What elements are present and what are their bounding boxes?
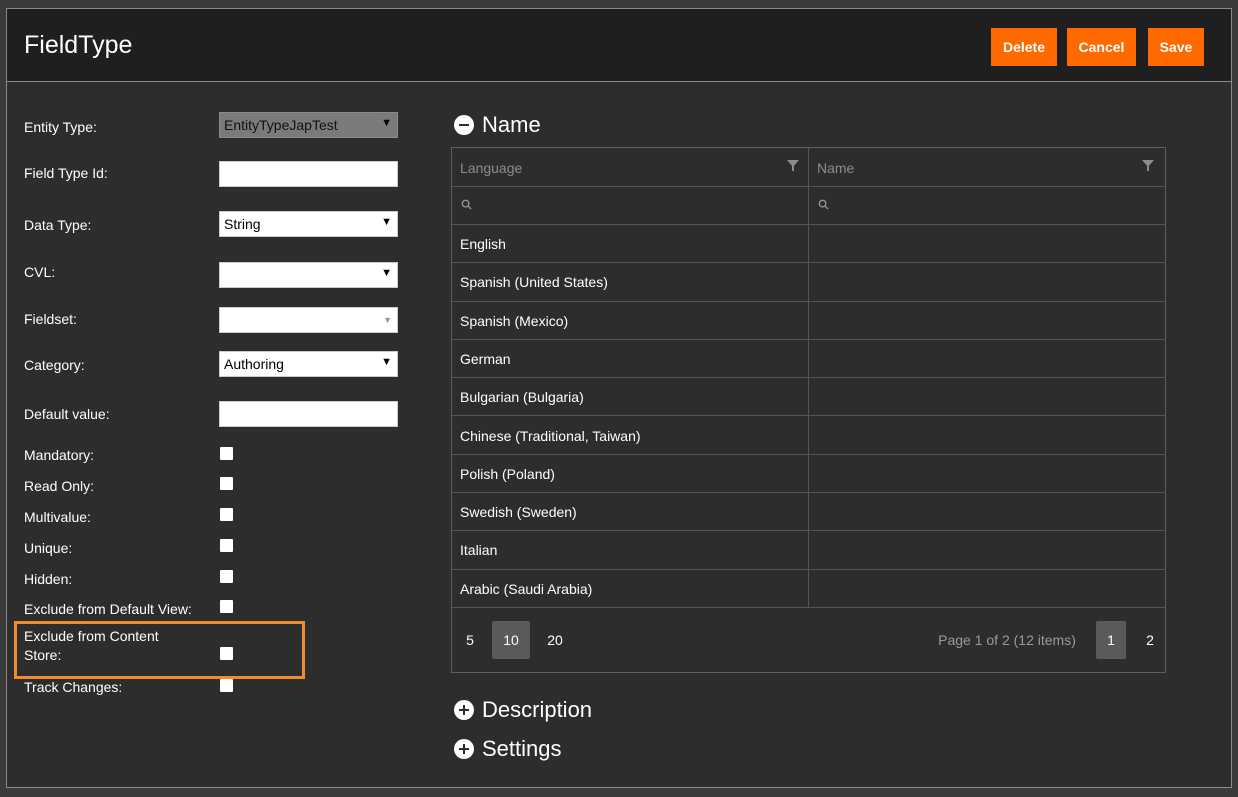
mandatory-checkbox[interactable] [220, 447, 233, 460]
data-type-value: String [224, 216, 261, 232]
chevron-down-icon: ▼ [381, 117, 392, 129]
chevron-down-icon: ▼ [381, 216, 392, 228]
settings-section-title: Settings [482, 736, 562, 761]
page-2[interactable]: 2 [1140, 621, 1160, 659]
name-section-toggle[interactable]: Name [454, 112, 541, 138]
language-cell: Bulgarian (Bulgaria) [460, 389, 584, 406]
filter-icon-stem [1147, 166, 1149, 171]
fieldtype-dialog: FieldType Delete Cancel Save Entity Type… [6, 8, 1232, 788]
cvl-select[interactable]: ▼ [219, 262, 398, 288]
default-value-input[interactable] [219, 401, 398, 427]
language-cell: Polish (Poland) [460, 465, 555, 482]
language-cell: Italian [460, 542, 498, 559]
track-changes-label: Track Changes: [24, 679, 123, 695]
description-section-title: Description [482, 697, 593, 722]
chevron-down-icon: ▼ [381, 356, 392, 368]
entity-type-select[interactable]: EntityTypeJapTest ▼ [219, 112, 398, 138]
mandatory-label: Mandatory: [24, 447, 95, 463]
description-section-toggle[interactable]: Description [454, 697, 592, 723]
language-cell: German [460, 350, 511, 367]
default-value-label: Default value: [24, 406, 110, 422]
page-1[interactable]: 1 [1096, 621, 1126, 659]
unique-label: Unique: [24, 540, 73, 556]
read-only-checkbox[interactable] [220, 477, 233, 490]
page-size-10[interactable]: 10 [492, 621, 530, 659]
category-select[interactable]: Authoring ▼ [219, 351, 398, 377]
plus-circle-icon [454, 739, 474, 759]
data-type-label: Data Type: [24, 217, 92, 233]
settings-section-toggle[interactable]: Settings [454, 736, 562, 762]
exclude-default-view-label: Exclude from Default View: [24, 601, 192, 617]
field-type-id-label: Field Type Id: [24, 165, 108, 181]
name-grid: Language Name English Spanish (United Sta… [451, 147, 1166, 673]
track-changes-checkbox[interactable] [220, 679, 233, 692]
delete-button[interactable]: Delete [991, 28, 1057, 66]
save-button[interactable]: Save [1148, 28, 1204, 66]
search-icon[interactable] [461, 199, 472, 210]
name-section-title: Name [482, 112, 541, 137]
field-type-id-input[interactable] [219, 161, 398, 187]
entity-type-value: EntityTypeJapTest [224, 117, 338, 133]
entity-type-label: Entity Type: [24, 119, 97, 135]
read-only-label: Read Only: [24, 478, 95, 494]
page-size-5[interactable]: 5 [460, 621, 480, 659]
language-cell: Arabic (Saudi Arabia) [460, 580, 593, 597]
page-info: Page 1 of 2 (12 items) [938, 632, 1076, 648]
fieldset-select[interactable]: ▼ [219, 307, 398, 333]
exclude-default-view-checkbox[interactable] [220, 600, 233, 613]
unique-checkbox[interactable] [220, 539, 233, 552]
multivalue-checkbox[interactable] [220, 508, 233, 521]
dialog-header: FieldType Delete Cancel Save [7, 9, 1231, 82]
category-label: Category: [24, 357, 85, 373]
page-size-20[interactable]: 20 [542, 621, 568, 659]
column-divider [808, 148, 809, 608]
column-header-name[interactable]: Name [817, 160, 854, 176]
cvl-label: CVL: [24, 264, 56, 280]
filter-icon-stem [792, 166, 794, 171]
chevron-down-icon: ▼ [383, 315, 392, 325]
column-header-language[interactable]: Language [460, 160, 522, 176]
data-type-select[interactable]: String ▼ [219, 211, 398, 237]
hidden-checkbox[interactable] [220, 570, 233, 583]
minus-circle-icon [454, 115, 474, 135]
search-icon[interactable] [818, 199, 829, 210]
plus-circle-icon [454, 700, 474, 720]
language-cell: Spanish (United States) [460, 274, 608, 291]
language-cell: Spanish (Mexico) [460, 312, 569, 329]
fieldset-label: Fieldset: [24, 311, 77, 327]
category-value: Authoring [224, 356, 284, 372]
hidden-label: Hidden: [24, 571, 73, 587]
language-cell: Chinese (Traditional, Taiwan) [460, 427, 641, 444]
chevron-down-icon: ▼ [381, 267, 392, 279]
language-cell: Swedish (Sweden) [460, 504, 577, 521]
language-cell: English [460, 236, 506, 252]
multivalue-label: Multivalue: [24, 509, 91, 525]
page-title: FieldType [24, 31, 133, 59]
highlight-box [14, 621, 305, 679]
cancel-button[interactable]: Cancel [1067, 28, 1136, 66]
